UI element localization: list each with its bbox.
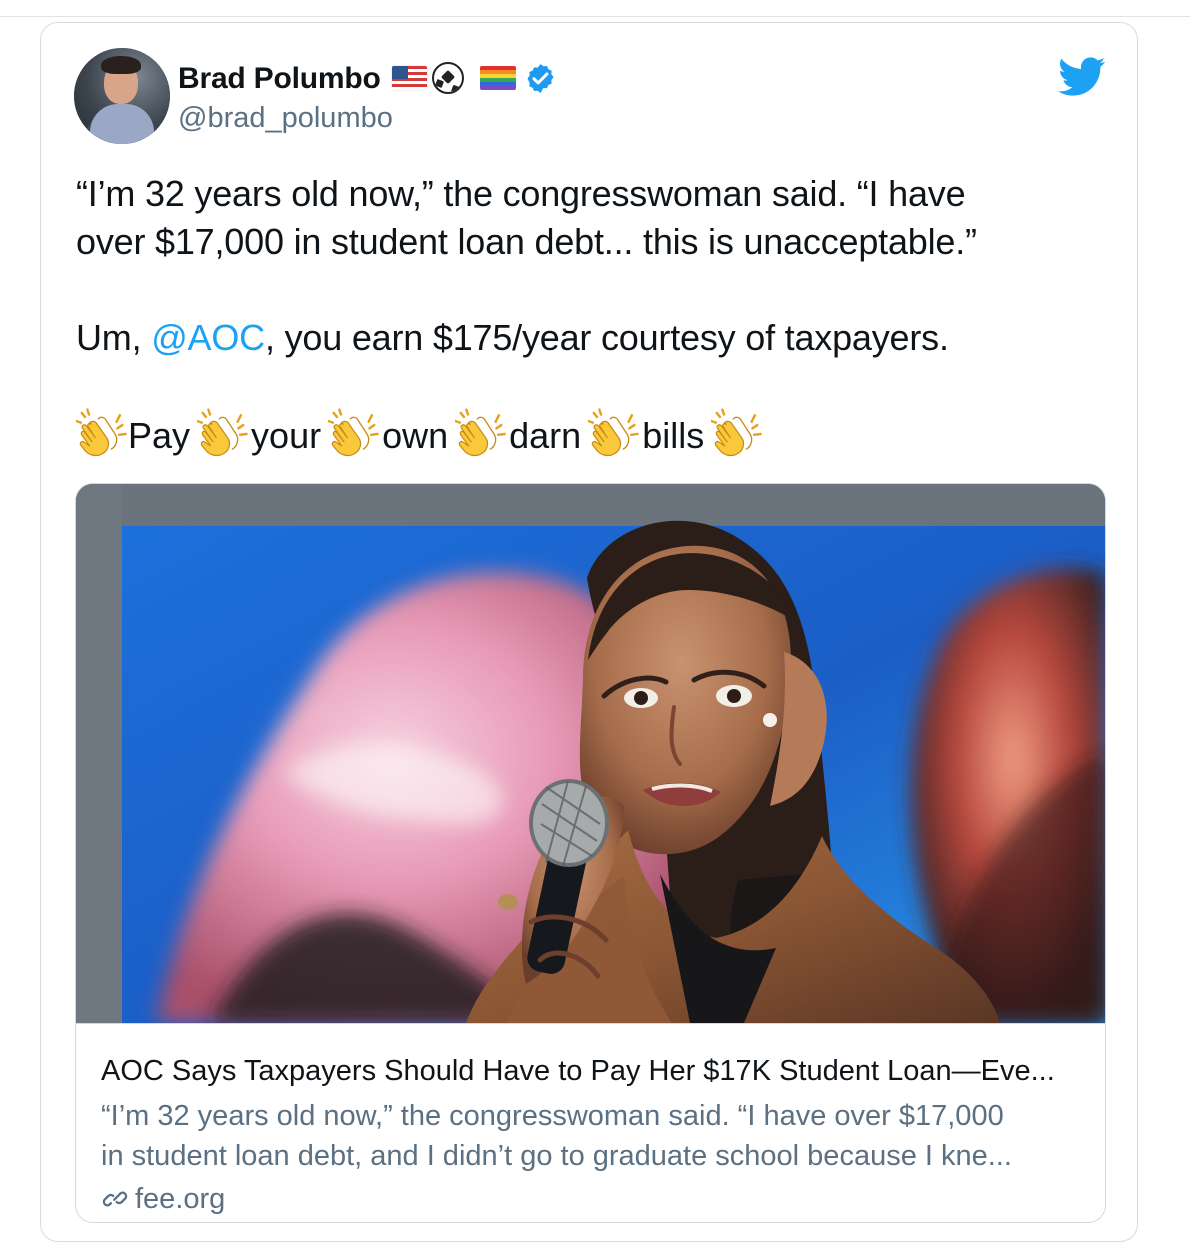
link-preview-card[interactable]: AOC Says Taxpayers Should Have to Pay He…: [75, 483, 1106, 1223]
clap-word: Pay: [128, 415, 191, 456]
top-border: [0, 0, 1190, 17]
tweet-text-gap: [76, 266, 1076, 314]
clapping-hands-icon: [328, 408, 379, 457]
rainbow-icon: [480, 66, 516, 90]
author-name[interactable]: Brad Polumbo: [178, 61, 381, 97]
link-domain-text[interactable]: fee.org: [135, 1179, 225, 1219]
link-preview-text[interactable]: AOC Says Taxpayers Should Have to Pay He…: [76, 1023, 1105, 1222]
flag-icon: [392, 66, 427, 90]
author-avatar[interactable]: [74, 48, 170, 144]
tweet-text-suffix: , you earn $175/year courtesy of taxpaye…: [264, 317, 949, 358]
clap-word: own: [382, 415, 449, 456]
avatar-hair: [101, 56, 141, 74]
link-description-line-2: in student loan debt, and I didn’t go to…: [101, 1140, 1012, 1172]
tweet-text-line-1: “I’m 32 years old now,” the congresswoma…: [76, 173, 966, 214]
clapping-hands-icon: [76, 408, 127, 457]
link-icon: [102, 1191, 128, 1207]
soccer-ball-icon: [432, 62, 464, 94]
link-preview-image[interactable]: [76, 484, 1105, 1023]
link-description: “I’m 32 years old now,” the congresswoma…: [101, 1096, 1081, 1176]
tweet-text: “I’m 32 years old now,” the congresswoma…: [76, 170, 1076, 362]
tweet-text-prefix: Um,: [76, 317, 152, 358]
link-title[interactable]: AOC Says Taxpayers Should Have to Pay He…: [101, 1052, 1081, 1090]
tweet-text-line-3: Um, @AOC, you earn $175/year courtesy of…: [76, 314, 1076, 362]
clap-word: your: [251, 415, 322, 456]
clap-word: darn: [509, 415, 582, 456]
link-domain[interactable]: fee.org: [101, 1179, 225, 1219]
link-description-line-1: “I’m 32 years old now,” the congresswoma…: [101, 1100, 1004, 1132]
photo-icon: [76, 484, 1105, 1023]
clapping-hands-icon: [197, 408, 248, 457]
verified-icon: [527, 64, 554, 93]
tweet-text-line-2: over $17,000 in student loan debt... thi…: [76, 221, 977, 262]
clap-phrase: Pay your own darn bills: [76, 404, 763, 464]
clap-word: bills: [642, 415, 705, 456]
avatar-shirt: [90, 104, 154, 144]
twitter-icon[interactable]: [1057, 57, 1107, 97]
clapping-hands-icon: [455, 408, 506, 457]
author-handle[interactable]: @brad_polumbo: [178, 100, 393, 136]
clapping-hands-icon: [588, 408, 639, 457]
clapping-hands-icon: [711, 408, 762, 457]
aoc-mention-link[interactable]: @AOC: [151, 317, 265, 358]
